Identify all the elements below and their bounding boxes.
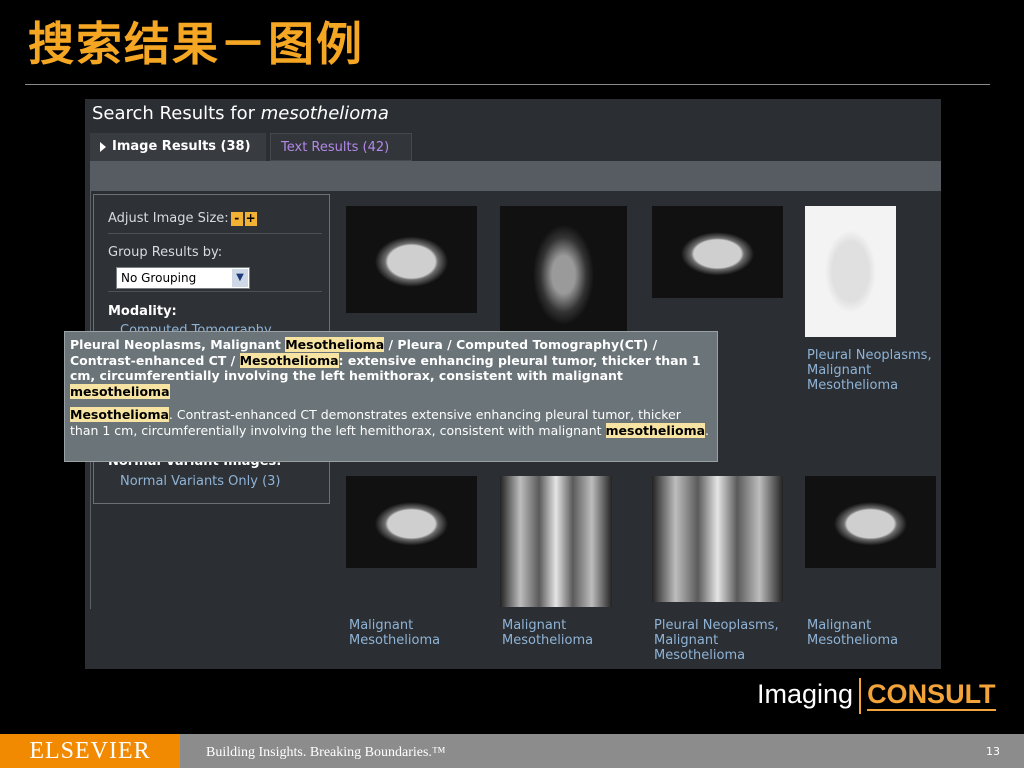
tab-text-results[interactable]: Text Results (42) bbox=[270, 133, 412, 161]
term-highlight: Mesothelioma bbox=[239, 352, 339, 368]
results-heading-prefix: Search Results for bbox=[92, 103, 261, 124]
result-image-xray[interactable] bbox=[500, 476, 612, 607]
group-results-label: Group Results by: bbox=[108, 245, 223, 260]
adjust-size-label: Adjust Image Size: bbox=[108, 211, 229, 226]
title-divider bbox=[25, 84, 990, 85]
elsevier-logo: ELSEVIER bbox=[0, 734, 180, 768]
term-highlight: mesothelioma bbox=[70, 383, 170, 399]
result-image-ct[interactable] bbox=[805, 476, 936, 568]
slide-title: 搜索结果－图例 bbox=[28, 17, 364, 71]
result-caption[interactable]: Pleural Neoplasms, Malignant Mesotheliom… bbox=[654, 618, 794, 663]
tooltip-text: . bbox=[705, 422, 710, 438]
result-caption[interactable]: Pleural Neoplasms, Malignant Mesotheliom… bbox=[807, 348, 941, 393]
shrink-image-button[interactable]: - bbox=[230, 211, 243, 226]
results-heading: Search Results for mesothelioma bbox=[92, 103, 389, 124]
imaging-consult-logo: Imaging CONSULT bbox=[757, 678, 996, 714]
search-query: mesothelioma bbox=[260, 103, 389, 124]
page-number: 13 bbox=[986, 745, 1000, 758]
result-image-ct-lung[interactable] bbox=[805, 206, 896, 337]
tooltip-description: Mesothelioma. Contrast-enhanced CT demon… bbox=[70, 407, 712, 438]
result-tooltip: Pleural Neoplasms, Malignant Mesotheliom… bbox=[64, 331, 718, 462]
result-image-ct[interactable] bbox=[346, 206, 477, 313]
term-highlight: Mesothelioma bbox=[70, 407, 169, 422]
tooltip-text: Pleural Neoplasms, Malignant bbox=[70, 337, 286, 352]
result-image-mr[interactable] bbox=[500, 206, 627, 331]
result-caption[interactable]: Malignant Mesothelioma bbox=[349, 618, 489, 648]
result-caption[interactable]: Malignant Mesothelioma bbox=[807, 618, 941, 648]
divider bbox=[108, 291, 322, 292]
term-highlight: Mesothelioma bbox=[285, 337, 385, 352]
group-results-value: No Grouping bbox=[121, 271, 197, 285]
footer-tagline: Building Insights. Breaking Boundaries.™ bbox=[206, 745, 446, 760]
modality-heading: Modality: bbox=[108, 304, 177, 319]
tab-image-results[interactable]: Image Results (38) bbox=[90, 133, 266, 161]
result-image-ct[interactable] bbox=[346, 476, 477, 568]
toolbar-band bbox=[90, 161, 941, 191]
brand-text: Imaging bbox=[757, 679, 854, 710]
group-results-select[interactable]: No Grouping ▼ bbox=[116, 267, 250, 289]
tab-image-results-label: Image Results (38) bbox=[112, 139, 251, 154]
divider bbox=[108, 233, 322, 234]
result-image-ct[interactable] bbox=[652, 206, 783, 298]
normal-variants-link[interactable]: Normal Variants Only (3) bbox=[120, 474, 281, 489]
result-image-xray[interactable] bbox=[652, 476, 783, 602]
enlarge-image-button[interactable]: + bbox=[244, 211, 257, 226]
results-tabs: Image Results (38) Text Results (42) bbox=[85, 131, 941, 161]
result-caption[interactable]: Malignant Mesothelioma bbox=[502, 618, 642, 648]
term-highlight: mesothelioma bbox=[605, 422, 706, 438]
chevron-down-icon: ▼ bbox=[232, 269, 248, 287]
brand-divider bbox=[859, 678, 862, 714]
tooltip-path: Pleural Neoplasms, Malignant Mesotheliom… bbox=[70, 337, 712, 399]
triangle-right-icon bbox=[100, 141, 106, 152]
brand-consult: CONSULT bbox=[867, 679, 996, 712]
adjust-size-control: Adjust Image Size: - + bbox=[108, 211, 257, 226]
